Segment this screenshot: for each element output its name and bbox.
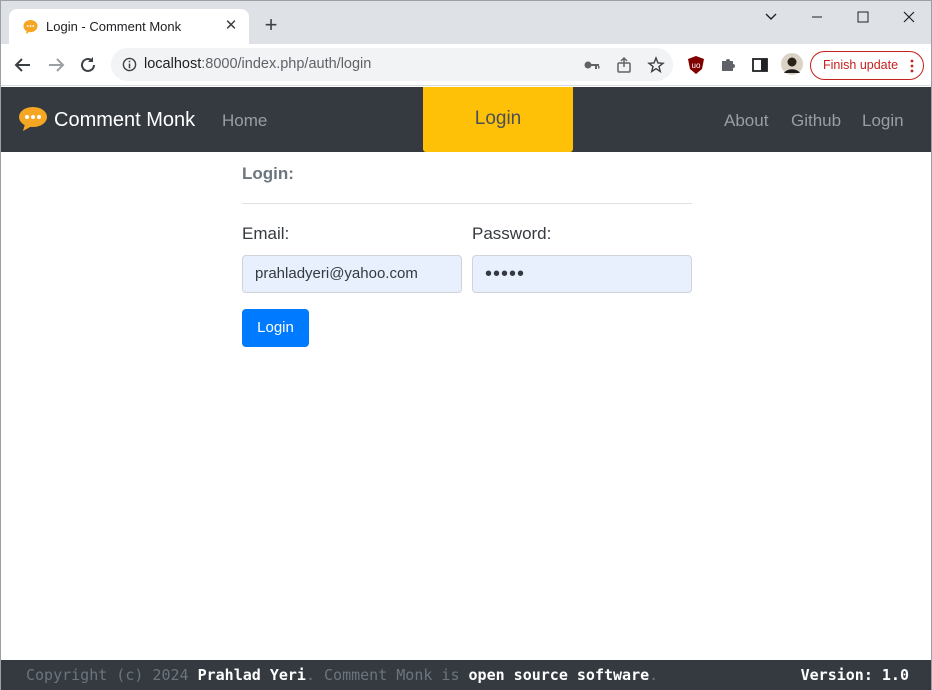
site-navbar: Comment Monk Home Login About Github Log… (1, 87, 931, 152)
email-label: Email: (242, 224, 290, 243)
reload-icon[interactable] (77, 54, 99, 76)
email-field[interactable]: prahladyeri@yahoo.com (242, 255, 462, 293)
nav-login[interactable]: Login (862, 111, 904, 131)
copyright-prefix: Copyright (c) 2024 (26, 666, 198, 684)
svg-text:uo: uo (692, 61, 701, 70)
tab-search-chevron-icon[interactable] (761, 7, 781, 27)
oss-link[interactable]: open source software (469, 666, 650, 684)
author-link[interactable]: Prahlad Yeri (198, 666, 306, 684)
browser-tab[interactable]: Login - Comment Monk ✕ (9, 9, 249, 44)
divider (242, 203, 692, 204)
info-icon[interactable] (122, 57, 137, 72)
browser-toolbar: localhost:8000/index.php/auth/login uo F… (1, 44, 931, 86)
copyright-suffix: . (649, 666, 659, 684)
nav-home[interactable]: Home (222, 111, 267, 131)
back-icon[interactable] (12, 54, 34, 76)
tab-strip: Login - Comment Monk ✕ + (1, 1, 931, 44)
nav-login-active[interactable]: Login (423, 87, 573, 152)
url-host: localhost (144, 56, 202, 72)
brand-link[interactable]: Comment Monk (54, 109, 195, 132)
tab-close-icon[interactable]: ✕ (223, 18, 239, 34)
forward-icon[interactable] (45, 54, 67, 76)
browser-window: Login - Comment Monk ✕ + localhost:8000/… (0, 0, 932, 690)
key-icon[interactable] (583, 56, 601, 74)
new-tab-icon[interactable]: + (261, 14, 281, 36)
nav-github[interactable]: Github (791, 111, 841, 131)
footer-copyright: Copyright (c) 2024 Prahlad Yeri. Comment… (26, 666, 658, 684)
ublock-icon[interactable]: uo (686, 55, 706, 75)
comment-icon (23, 19, 38, 34)
password-field[interactable]: ••••• (472, 255, 692, 293)
comment-icon[interactable] (18, 106, 48, 132)
avatar[interactable] (781, 53, 803, 75)
tab-title: Login - Comment Monk (46, 19, 182, 34)
sidepanel-icon[interactable] (750, 55, 770, 75)
login-submit-button[interactable]: Login (242, 309, 309, 347)
star-icon[interactable] (647, 56, 665, 74)
finish-update-button[interactable]: Finish update (810, 51, 924, 80)
nav-login-active-label: Login (474, 108, 522, 129)
form-heading: Login: (242, 164, 294, 183)
url-text[interactable]: localhost:8000/index.php/auth/login (144, 56, 371, 72)
close-window-icon[interactable] (899, 7, 919, 27)
address-bar[interactable]: localhost:8000/index.php/auth/login (111, 48, 673, 81)
url-path: :8000/index.php/auth/login (201, 56, 372, 72)
minimize-icon[interactable] (807, 7, 827, 27)
finish-update-label: Finish update (823, 58, 899, 72)
footer: Copyright (c) 2024 Prahlad Yeri. Comment… (1, 660, 931, 690)
share-icon[interactable] (615, 56, 633, 74)
version-text: Version: 1.0 (800, 666, 909, 684)
more-icon[interactable] (910, 59, 914, 73)
password-label: Password: (472, 224, 552, 243)
maximize-icon[interactable] (853, 7, 873, 27)
copyright-middle: . Comment Monk is (305, 666, 469, 684)
nav-about[interactable]: About (724, 111, 768, 131)
puzzle-icon[interactable] (718, 55, 738, 75)
